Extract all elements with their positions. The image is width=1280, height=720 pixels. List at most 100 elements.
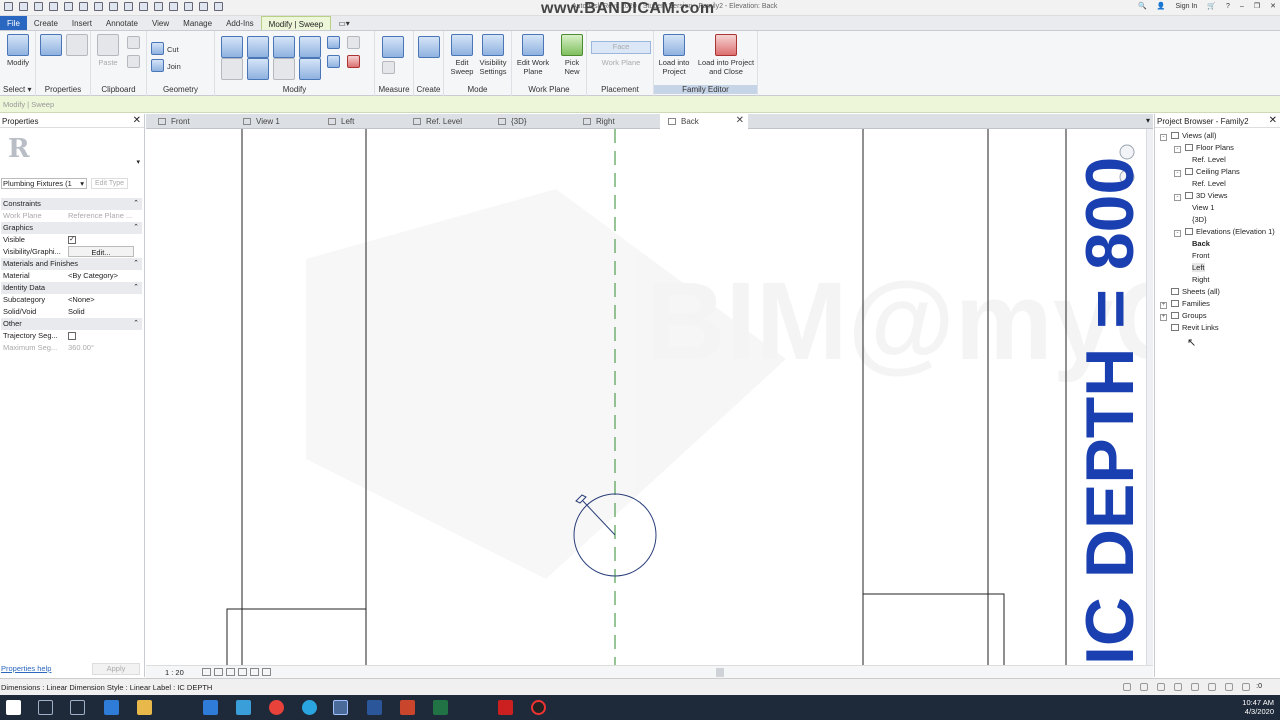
browser-node[interactable]: {3D} xyxy=(1192,215,1207,224)
face-button[interactable]: Face xyxy=(591,41,651,54)
redo-icon[interactable] xyxy=(79,2,88,11)
pin-button[interactable] xyxy=(347,36,360,51)
visibility-settings-button[interactable]: Visibility Settings xyxy=(476,34,510,76)
create-similar-button[interactable] xyxy=(418,36,440,60)
measure-icon[interactable] xyxy=(109,2,118,11)
visual-style-icon[interactable] xyxy=(214,668,223,676)
windows-start-icon[interactable] xyxy=(6,700,21,715)
excel-icon[interactable] xyxy=(433,700,448,715)
collapse-node-icon[interactable]: - xyxy=(1174,146,1181,153)
tab-add-ins[interactable]: Add-Ins xyxy=(219,16,261,30)
user-icon[interactable]: 👤 xyxy=(1157,2,1166,10)
dimension-label-ic-depth[interactable]: IC DEPTH = 800 xyxy=(1072,157,1148,665)
revit-taskbar-icon[interactable] xyxy=(333,700,348,715)
select-underlay-icon[interactable] xyxy=(1174,683,1182,691)
property-value[interactable]: <None> xyxy=(68,294,134,305)
search-icon[interactable]: 🔍 xyxy=(1138,2,1147,10)
property-value[interactable]: Solid xyxy=(68,306,134,317)
collapse-node-icon[interactable]: - xyxy=(1174,230,1181,237)
browser-node[interactable]: + Families xyxy=(1160,299,1210,309)
crop-view-icon[interactable] xyxy=(250,668,259,676)
mirror-draw-button[interactable] xyxy=(299,36,321,60)
tab-manage[interactable]: Manage xyxy=(176,16,219,30)
collapse-icon[interactable]: ⌃ xyxy=(133,282,139,293)
aligned-dimension-icon[interactable] xyxy=(124,2,133,11)
taskbar-search-icon[interactable] xyxy=(38,700,53,715)
chrome-icon[interactable] xyxy=(269,700,284,715)
measure-button[interactable] xyxy=(382,36,404,60)
property-category[interactable]: Other ⌃ xyxy=(1,318,142,330)
browser-node[interactable]: - Elevations (Elevation 1) xyxy=(1174,227,1275,237)
bandicam-record-icon[interactable] xyxy=(531,700,546,715)
property-value[interactable]: <By Category> xyxy=(68,270,134,281)
close-icon[interactable]: ✕ xyxy=(1270,2,1276,10)
browser-node[interactable]: Ref. Level xyxy=(1192,179,1226,188)
delete-button[interactable] xyxy=(347,55,360,70)
collapse-node-icon[interactable]: - xyxy=(1174,170,1181,177)
trim-button[interactable] xyxy=(299,58,321,82)
detail-level-icon[interactable] xyxy=(202,668,211,676)
view-scale[interactable]: 1 : 20 xyxy=(165,668,184,677)
print-icon[interactable] xyxy=(94,2,103,11)
browser-node[interactable]: Back xyxy=(1192,239,1210,248)
paste-button[interactable]: Paste xyxy=(97,34,119,67)
collapse-icon[interactable]: ⌃ xyxy=(133,318,139,329)
temporary-hide-icon[interactable] xyxy=(262,668,271,676)
copy-button[interactable] xyxy=(127,55,140,70)
browser-node[interactable]: Revit Links xyxy=(1160,323,1219,332)
type-selector-dropdown[interactable]: Plumbing Fixtures (1 ▾ xyxy=(1,178,87,189)
vertical-scrollbar[interactable] xyxy=(1146,129,1153,665)
edge-browser-icon[interactable] xyxy=(104,700,119,715)
view-tab[interactable]: Right xyxy=(575,114,660,129)
modify-button[interactable]: Modify xyxy=(4,34,32,67)
3d-view-icon[interactable] xyxy=(154,2,163,11)
cut-clipboard-button[interactable] xyxy=(127,36,140,51)
drag-elements-icon[interactable] xyxy=(1225,683,1233,691)
telegram-icon[interactable] xyxy=(302,700,317,715)
mirror-axis-button[interactable] xyxy=(273,36,295,60)
browser-node[interactable]: - Ceiling Plans xyxy=(1174,167,1240,177)
word-icon[interactable] xyxy=(367,700,382,715)
save-icon[interactable] xyxy=(34,2,43,11)
browser-node[interactable]: + Groups xyxy=(1160,311,1207,321)
acrobat-icon[interactable] xyxy=(498,700,513,715)
browser-node[interactable]: Front xyxy=(1192,251,1210,260)
move-button[interactable] xyxy=(221,58,243,82)
worksets-icon[interactable] xyxy=(1123,683,1131,691)
pick-new-button[interactable]: Pick New xyxy=(560,34,584,76)
select-by-face-icon[interactable] xyxy=(1208,683,1216,691)
join-button[interactable]: Join xyxy=(151,59,181,74)
section-icon[interactable] xyxy=(169,2,178,11)
browser-node[interactable]: - Floor Plans xyxy=(1174,143,1234,153)
tab-file[interactable]: File xyxy=(0,16,27,30)
offset-button[interactable] xyxy=(247,36,269,60)
rotate-button[interactable] xyxy=(273,58,295,82)
powerpoint-icon[interactable] xyxy=(400,700,415,715)
work-plane-placement-button[interactable]: Work Plane xyxy=(591,58,651,67)
sync-icon[interactable] xyxy=(49,2,58,11)
property-category[interactable]: Constraints ⌃ xyxy=(1,198,142,210)
tab-create[interactable]: Create xyxy=(27,16,65,30)
type-dropdown-arrow-icon[interactable]: ▾ xyxy=(136,158,140,166)
view-tab[interactable]: {3D} xyxy=(490,114,575,129)
task-view-icon[interactable] xyxy=(70,700,85,715)
collapse-node-icon[interactable]: - xyxy=(1160,134,1167,141)
expand-node-icon[interactable]: + xyxy=(1160,314,1167,321)
edit-type-button[interactable]: Edit Type xyxy=(91,178,129,189)
property-category[interactable]: Materials and Finishes ⌃ xyxy=(1,258,142,270)
close-hidden-icon[interactable] xyxy=(199,2,208,11)
browser-node[interactable]: Left xyxy=(1192,263,1205,272)
tab-annotate[interactable]: Annotate xyxy=(99,16,145,30)
browser-node[interactable]: Ref. Level xyxy=(1192,155,1226,164)
view-tab[interactable]: Ref. Level xyxy=(405,114,490,129)
drawing-canvas[interactable]: BIM@myCC IC DEPTH = 800 xyxy=(146,129,1153,665)
horizontal-scrollbar-thumb[interactable] xyxy=(716,668,724,677)
browser-node[interactable]: - Views (all) xyxy=(1160,131,1216,141)
revit-app-icon[interactable] xyxy=(4,2,13,11)
undo-icon[interactable] xyxy=(64,2,73,11)
load-into-project-button[interactable]: Load into Project xyxy=(656,34,692,76)
cut-geometry-button[interactable]: Cut xyxy=(151,42,179,57)
close-project-browser-icon[interactable]: ✕ xyxy=(1269,115,1277,126)
tab-overflow-icon[interactable]: ▾ xyxy=(1146,116,1150,125)
property-checkbox[interactable] xyxy=(68,332,76,340)
